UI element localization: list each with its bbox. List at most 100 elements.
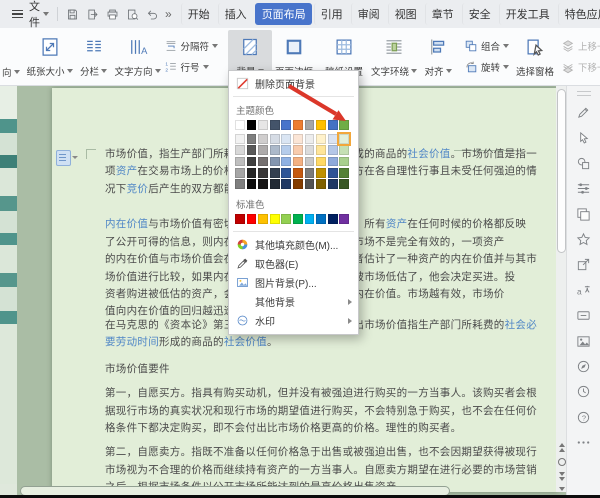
- sidebar-picture-gray-icon[interactable]: [576, 334, 591, 349]
- cutoff-orientation-button[interactable]: 向: [2, 28, 22, 85]
- color-swatch-171616[interactable]: [258, 179, 268, 189]
- color-swatch-c5e0b4[interactable]: [339, 145, 349, 155]
- color-swatch-aeabab[interactable]: [258, 145, 268, 155]
- hyperlink[interactable]: 资产: [116, 165, 138, 177]
- sidebar-history-icon[interactable]: [576, 384, 591, 399]
- color-swatch-002060[interactable]: [328, 214, 338, 224]
- page-thumbnail[interactable]: [0, 245, 17, 273]
- sidebar-translate-icon[interactable]: a: [576, 283, 591, 298]
- previous-page-button[interactable]: [559, 443, 565, 452]
- color-swatch-ed7d31[interactable]: [293, 120, 303, 130]
- sidebar-more-icon[interactable]: [576, 435, 591, 450]
- color-swatch-ffffff[interactable]: [235, 120, 245, 130]
- color-swatch-00b14f[interactable]: [293, 214, 303, 224]
- tab-security[interactable]: 安全: [462, 3, 497, 25]
- color-swatch-d8d8d8[interactable]: [235, 145, 245, 155]
- menu-item-other-background[interactable]: 其他背景: [229, 292, 358, 311]
- color-swatch-c45911[interactable]: [293, 168, 303, 178]
- page-thumbnail[interactable]: [0, 133, 17, 155]
- color-swatch-7030a0[interactable]: [339, 214, 349, 224]
- color-swatch-dbdbdb[interactable]: [305, 145, 315, 155]
- color-swatch-ffe599[interactable]: [316, 145, 326, 155]
- hyperlink[interactable]: 资产: [386, 218, 408, 230]
- color-swatch-d0cece[interactable]: [258, 134, 268, 144]
- align-button[interactable]: 对齐: [416, 30, 460, 83]
- color-swatch-fbe5d6[interactable]: [293, 134, 303, 144]
- page-thumbnail[interactable]: [0, 211, 17, 233]
- page-thumbnail[interactable]: [0, 196, 17, 211]
- color-swatch-262626[interactable]: [247, 168, 257, 178]
- color-swatch-7f7f7f[interactable]: [235, 179, 245, 189]
- sidebar-shapes-icon[interactable]: [576, 156, 591, 171]
- color-swatch-dae5f3[interactable]: [281, 134, 291, 144]
- paste-options-button[interactable]: [56, 150, 71, 166]
- color-swatch-ededed[interactable]: [305, 134, 315, 144]
- color-swatch-f4b183[interactable]: [293, 157, 303, 167]
- tab-home[interactable]: 开始: [181, 3, 216, 25]
- page-thumbnail[interactable]: [0, 85, 17, 119]
- color-swatch-ffd965[interactable]: [316, 157, 326, 167]
- undo-icon[interactable]: [146, 8, 159, 21]
- page-thumbnail[interactable]: [0, 168, 17, 196]
- color-swatch-93d051[interactable]: [281, 214, 291, 224]
- page-thumbnail[interactable]: [0, 311, 17, 324]
- hyperlink[interactable]: 社会价值: [407, 148, 450, 160]
- color-swatch-8496b0[interactable]: [270, 157, 280, 167]
- breaks-button[interactable]: 分隔符: [161, 37, 222, 55]
- group-button[interactable]: 组合: [461, 37, 512, 55]
- menu-item-color-picker[interactable]: 取色器(E): [229, 254, 358, 273]
- hyperlink[interactable]: 社会必: [505, 319, 537, 331]
- color-swatch-f8cbad[interactable]: [293, 145, 303, 155]
- page-thumbnail[interactable]: [0, 324, 17, 484]
- color-swatch-7f7f7f[interactable]: [247, 134, 257, 144]
- color-swatch-44546a[interactable]: [270, 120, 280, 130]
- line-numbers-button[interactable]: 12行号: [161, 58, 222, 76]
- color-swatch-b4c7e7[interactable]: [328, 145, 338, 155]
- hyperlink[interactable]: 内在价值: [105, 218, 148, 230]
- browse-object-button[interactable]: [558, 458, 566, 466]
- sidebar-navigate-icon[interactable]: [576, 359, 591, 374]
- tab-dev-tools[interactable]: 开发工具: [499, 3, 556, 25]
- menu-item-delete-page-background[interactable]: 删除页面背景: [229, 74, 358, 93]
- color-swatch-fdc101[interactable]: [258, 214, 268, 224]
- hyperlink[interactable]: 社会价值: [224, 336, 267, 348]
- menu-item-picture-background[interactable]: 图片背景(P)...: [229, 273, 358, 292]
- color-swatch-bf9000[interactable]: [316, 168, 326, 178]
- paste-options-caret[interactable]: [72, 156, 78, 159]
- color-swatch-2f5496[interactable]: [328, 168, 338, 178]
- sidebar-gallery-icon[interactable]: [576, 207, 591, 222]
- color-swatch-8fb1e3[interactable]: [281, 157, 291, 167]
- color-swatch-1f3864[interactable]: [328, 179, 338, 189]
- page-thumbnail[interactable]: [0, 233, 17, 245]
- sidebar-textbox-icon[interactable]: [576, 308, 591, 323]
- color-swatch-e2efda[interactable]: [339, 134, 349, 144]
- file-menu-button[interactable]: 文件: [29, 0, 49, 30]
- color-swatch-a8d08d[interactable]: [339, 157, 349, 167]
- sidebar-cursor-icon[interactable]: [576, 131, 591, 146]
- menu-item-watermark[interactable]: 水印: [229, 311, 358, 330]
- print-icon[interactable]: [106, 8, 119, 21]
- color-swatch-1f3864[interactable]: [281, 179, 291, 189]
- export-icon[interactable]: [86, 8, 99, 21]
- color-swatch-ffc000[interactable]: [316, 120, 326, 130]
- color-swatch-000000[interactable]: [247, 120, 257, 130]
- page-thumbnail[interactable]: [0, 155, 17, 168]
- color-swatch-ffff01[interactable]: [270, 214, 280, 224]
- color-swatch-fff2cc[interactable]: [316, 134, 326, 144]
- tab-references[interactable]: 引用: [314, 3, 349, 25]
- color-swatch-fe0000[interactable]: [247, 214, 257, 224]
- color-swatch-833c00[interactable]: [293, 179, 303, 189]
- hyperlink[interactable]: 竞价: [127, 183, 149, 195]
- page-thumbnail[interactable]: [0, 273, 17, 287]
- color-swatch-8eaadb[interactable]: [328, 157, 338, 167]
- selection-pane-button[interactable]: 选择窗格: [513, 30, 557, 83]
- sidebar-pencil-icon[interactable]: [576, 105, 591, 120]
- page-thumbnail[interactable]: [0, 119, 17, 133]
- paper-size-button[interactable]: 纸张大小: [28, 30, 72, 83]
- sidebar-star-icon[interactable]: [576, 232, 591, 247]
- color-swatch-7b7b7b[interactable]: [305, 168, 315, 178]
- color-swatch-757070[interactable]: [258, 157, 268, 167]
- print-preview-icon[interactable]: [126, 8, 139, 21]
- color-swatch-d6dce5[interactable]: [270, 134, 280, 144]
- tab-page-layout[interactable]: 页面布局: [255, 3, 312, 25]
